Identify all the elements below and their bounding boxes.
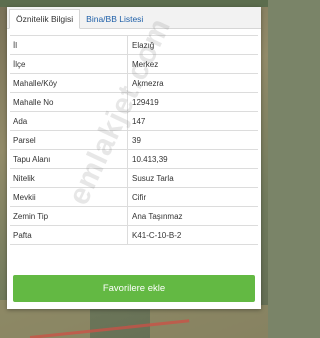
row-value: 129419 [132,97,159,107]
row-value: Cifir [132,192,147,202]
attribute-table: İl Elazığ İlçe Merkez Mahalle/Köy Akmezr… [10,35,258,245]
row-value: Susuz Tarla [132,173,174,183]
map-top-strip [0,0,268,7]
row-value: 39 [132,135,141,145]
tab-building-list[interactable]: Bina/BB Listesi [80,9,149,28]
row-label: İlçe [10,55,128,73]
tab-bar: Öznitelik Bilgisi Bina/BB Listesi [7,7,261,29]
row-label: Mahalle/Köy [10,74,128,92]
table-row: Nitelik Susuz Tarla [10,169,258,188]
row-value: 147 [132,116,146,126]
table-row: Mevkii Cifir [10,188,258,207]
row-label: Parsel [10,131,128,149]
row-label: Pafta [10,226,128,244]
row-value: Merkez [132,59,159,69]
parcel-info-panel: Öznitelik Bilgisi Bina/BB Listesi İl Ela… [7,7,261,309]
table-row: İl Elazığ [10,36,258,55]
table-row: Mahalle/Köy Akmezra [10,74,258,93]
table-row: Mahalle No 129419 [10,93,258,112]
row-value: Elazığ [132,40,155,50]
table-row: Ada 147 [10,112,258,131]
row-label: Tapu Alanı [10,150,128,168]
row-label: Ada [10,112,128,130]
table-row: Tapu Alanı 10.413,39 [10,150,258,169]
row-value: 10.413,39 [132,154,168,164]
table-row: İlçe Merkez [10,55,258,74]
row-value: K41-C-10-B-2 [132,230,182,240]
table-row: Parsel 39 [10,131,258,150]
row-label: Mevkii [10,188,128,206]
row-value: Ana Taşınmaz [132,211,183,221]
row-label: Mahalle No [10,93,128,111]
row-label: Nitelik [10,169,128,187]
row-label: İl [10,36,128,54]
row-label: Zemin Tip [10,207,128,225]
tab-attribute-info[interactable]: Öznitelik Bilgisi [9,9,81,29]
row-value: Akmezra [132,78,164,88]
table-row: Pafta K41-C-10-B-2 [10,226,258,245]
table-row: Zemin Tip Ana Taşınmaz [10,207,258,226]
add-to-favorites-button[interactable]: Favorilere ekle [13,275,255,302]
